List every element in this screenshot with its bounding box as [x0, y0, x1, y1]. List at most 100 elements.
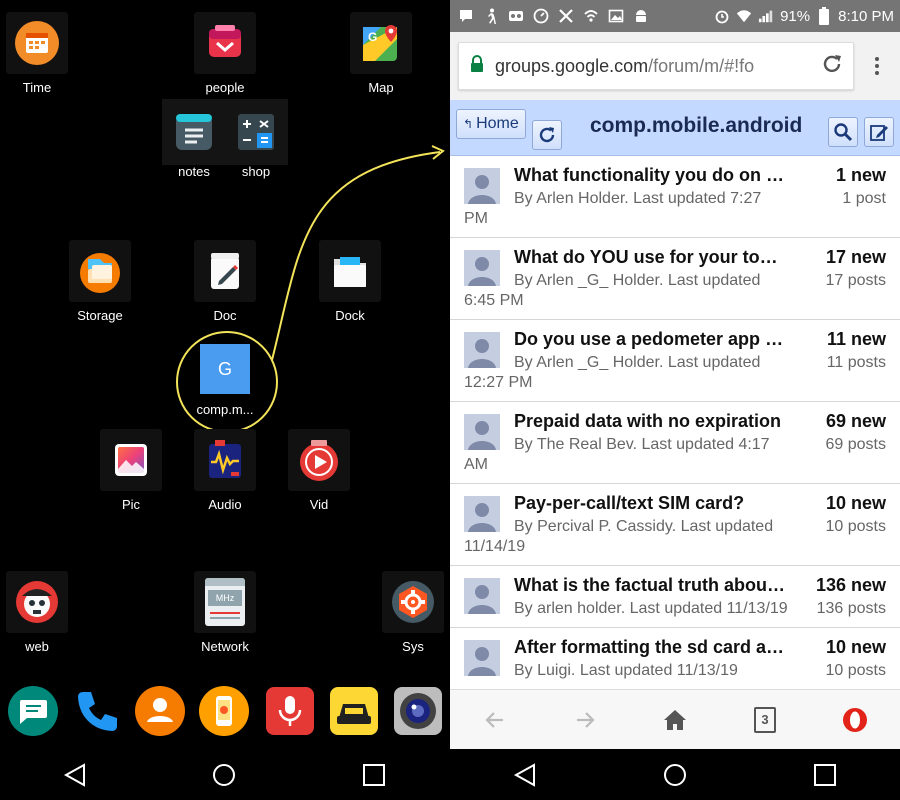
back-nav-button[interactable] — [505, 755, 545, 795]
phone-icon — [78, 692, 117, 731]
app-doc[interactable]: Doc — [185, 240, 265, 323]
tab-count: 3 — [754, 706, 776, 733]
browser-home-button[interactable] — [655, 700, 695, 740]
address-bar: groups.google.com/forum/m/#!fo — [450, 32, 900, 100]
image-icon — [608, 8, 624, 24]
dock-launcher[interactable] — [196, 683, 252, 739]
browser-menu-button[interactable] — [862, 57, 892, 75]
opera-menu-button[interactable] — [835, 700, 875, 740]
forum-title: comp.mobile.android — [590, 114, 803, 137]
topic-meta: By Arlen _G_ Holder. Last updated 12:27 … — [464, 354, 761, 391]
app-pic[interactable]: Pic — [91, 429, 171, 512]
avatar-icon — [464, 640, 500, 676]
recents-square-icon — [363, 763, 386, 786]
topic-row[interactable]: What functionality you do on iOS ... By … — [450, 156, 900, 238]
url-field[interactable]: groups.google.com/forum/m/#!fo — [458, 42, 854, 90]
dock-messages[interactable] — [5, 683, 61, 739]
android-icon — [633, 8, 649, 24]
topic-title: What functionality you do on iOS ... — [514, 165, 788, 185]
browser-tabs-button[interactable]: 3 — [745, 700, 785, 740]
topic-row[interactable]: Pay-per-call/text SIM card? By Percival … — [450, 484, 900, 566]
launcher-icon — [199, 686, 249, 736]
taxi-icon — [330, 687, 378, 735]
app-map[interactable]: G Map — [341, 12, 421, 95]
url-path: /forum/m/#!fo — [648, 55, 755, 76]
recents-nav-button[interactable] — [354, 755, 394, 795]
browser-forward-button[interactable] — [565, 700, 605, 740]
app-time[interactable]: Time — [0, 12, 77, 95]
app-label: notes — [178, 164, 210, 179]
topic-new-count: 136 new — [815, 575, 886, 595]
home-nav-button[interactable] — [204, 755, 244, 795]
voice-icon — [266, 687, 314, 735]
app-label: comp.m... — [196, 402, 254, 417]
app-sys[interactable]: Sys — [373, 571, 453, 654]
notes-icon — [166, 104, 222, 160]
video-icon — [288, 429, 350, 491]
forum-home-button[interactable]: ↰ Home — [456, 108, 526, 139]
reload-icon[interactable] — [821, 53, 843, 80]
alarm-icon — [714, 8, 730, 24]
avatar-icon — [464, 332, 500, 368]
topic-new-count: 11 new — [826, 329, 886, 349]
home-nav-button[interactable] — [655, 755, 695, 795]
document-icon — [194, 240, 256, 302]
dock-camera[interactable] — [390, 683, 446, 739]
app-comp-mobile-android[interactable]: G comp.m... — [185, 338, 265, 417]
avatar-icon — [464, 578, 500, 614]
app-label: web — [25, 639, 49, 654]
calendar-icon — [6, 12, 68, 74]
voicemail-icon — [508, 8, 524, 24]
app-vid[interactable]: Vid — [279, 429, 359, 512]
battery-percent: 91% — [780, 7, 811, 25]
avatar-icon — [464, 496, 500, 532]
topic-row[interactable]: Do you use a pedometer app th... By Arle… — [450, 320, 900, 402]
app-shop[interactable]: shop — [216, 104, 296, 179]
app-people[interactable]: people — [185, 12, 265, 95]
people-icon — [194, 12, 256, 74]
app-dock[interactable]: Dock — [310, 240, 390, 323]
app-label: Dock — [335, 308, 365, 323]
calculator-icon — [228, 104, 284, 160]
app-web[interactable]: web — [0, 571, 77, 654]
recents-square-icon — [814, 763, 836, 786]
dock-phone[interactable] — [68, 683, 124, 739]
topic-row[interactable]: What is the factual truth about ... By a… — [450, 566, 900, 628]
app-storage[interactable]: Storage — [60, 240, 140, 323]
wifi-icon — [736, 8, 752, 24]
recents-nav-button[interactable] — [805, 755, 845, 795]
home-icon — [664, 709, 686, 730]
clock: 8:10 PM — [838, 7, 894, 25]
app-label: Storage — [77, 308, 123, 323]
forum-refresh-button[interactable] — [531, 119, 562, 150]
topic-row[interactable]: Prepaid data with no expiration By The R… — [450, 402, 900, 484]
browser-back-button[interactable] — [475, 700, 515, 740]
topic-row[interactable]: What do YOU use for your todo/... By Arl… — [450, 238, 900, 320]
forum-search-button[interactable] — [828, 117, 858, 147]
topic-new-count: 17 new — [825, 247, 886, 267]
back-nav-button[interactable] — [55, 755, 95, 795]
signal-icon — [758, 8, 774, 24]
app-audio[interactable]: Audio — [185, 429, 265, 512]
topic-post-count: 69 posts — [825, 436, 886, 453]
home-circle-icon — [213, 763, 236, 786]
back-triangle-icon — [63, 762, 85, 787]
app-label: Time — [22, 80, 52, 95]
topic-row[interactable]: After formatting the sd card as i... By … — [450, 628, 900, 689]
topic-post-count: 10 posts — [825, 518, 886, 535]
topic-title: After formatting the sd card as i... — [514, 637, 788, 657]
app-label: shop — [241, 164, 271, 179]
forum-compose-button[interactable] — [864, 117, 894, 147]
topic-post-count: 10 posts — [825, 662, 886, 679]
app-network[interactable]: MHz Network — [185, 571, 265, 654]
dock-taxi[interactable] — [326, 683, 382, 739]
app-label: Audio — [208, 497, 242, 512]
navigation-bar — [450, 749, 900, 800]
browser-screen: 91% 8:10 PM groups.google.com/forum/m/#!… — [450, 0, 900, 800]
forum-header: ↰ Home comp.mobile.android — [450, 100, 900, 156]
dock-contacts[interactable] — [132, 683, 188, 739]
wifi-call-icon — [583, 8, 599, 24]
dock-voice[interactable] — [262, 683, 318, 739]
storage-folder-icon — [69, 240, 131, 302]
avatar-icon — [464, 414, 500, 450]
